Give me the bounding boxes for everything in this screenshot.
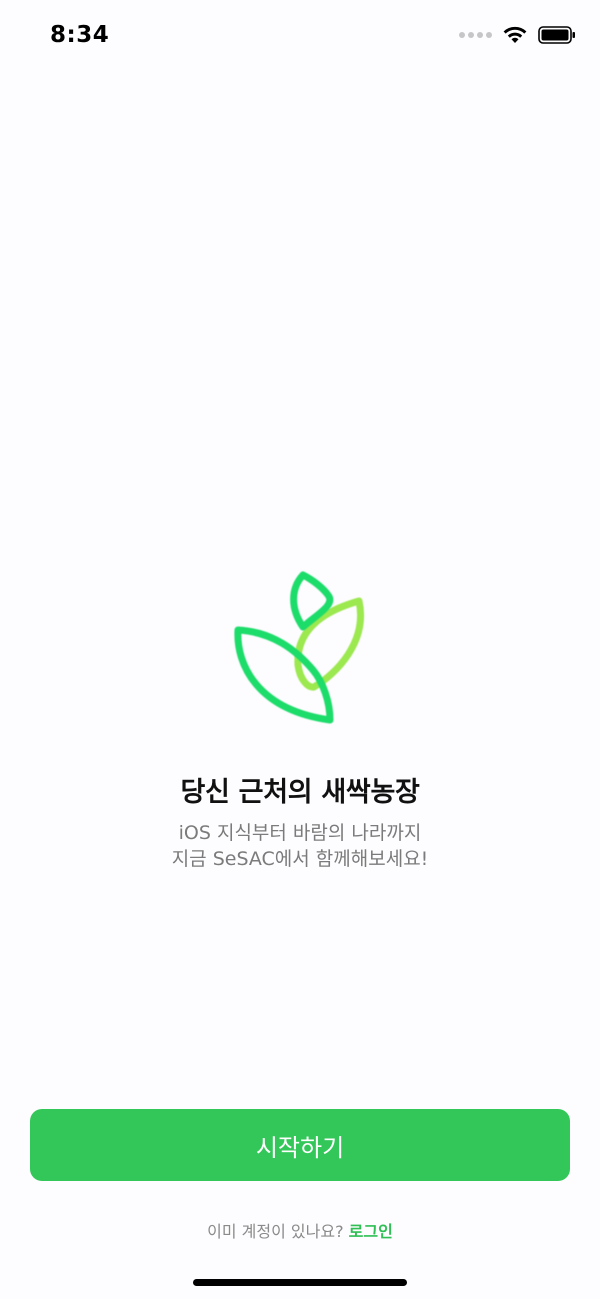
login-row: 이미 계정이 있나요? 로그인 [0, 1218, 600, 1242]
login-prompt: 이미 계정이 있나요? [207, 1222, 344, 1241]
signal-dots-icon [459, 32, 492, 38]
status-bar: 8:34 [0, 0, 600, 72]
home-indicator[interactable] [193, 1279, 407, 1286]
subtitle-line-1: iOS 지식부터 바람의 나라까지 [178, 822, 422, 844]
battery-icon [538, 26, 575, 44]
start-button[interactable]: 시작하기 [30, 1109, 570, 1181]
subtitle: iOS 지식부터 바람의 나라까지 지금 SeSAC에서 함께해보세요! [0, 820, 600, 872]
onboarding-screen: 8:34 당신 근처의 새싹농장 iOS 지식부터 바람의 나라까지 지금 Se… [0, 0, 600, 1299]
wifi-icon [503, 26, 527, 43]
headline: 당신 근처의 새싹농장 [180, 777, 420, 808]
status-time: 8:34 [50, 22, 110, 48]
login-link[interactable]: 로그인 [349, 1222, 393, 1241]
status-icons [459, 25, 576, 45]
subtitle-line-2: 지금 SeSAC에서 함께해보세요! [171, 848, 429, 870]
sprout-leaves-icon [234, 571, 364, 724]
